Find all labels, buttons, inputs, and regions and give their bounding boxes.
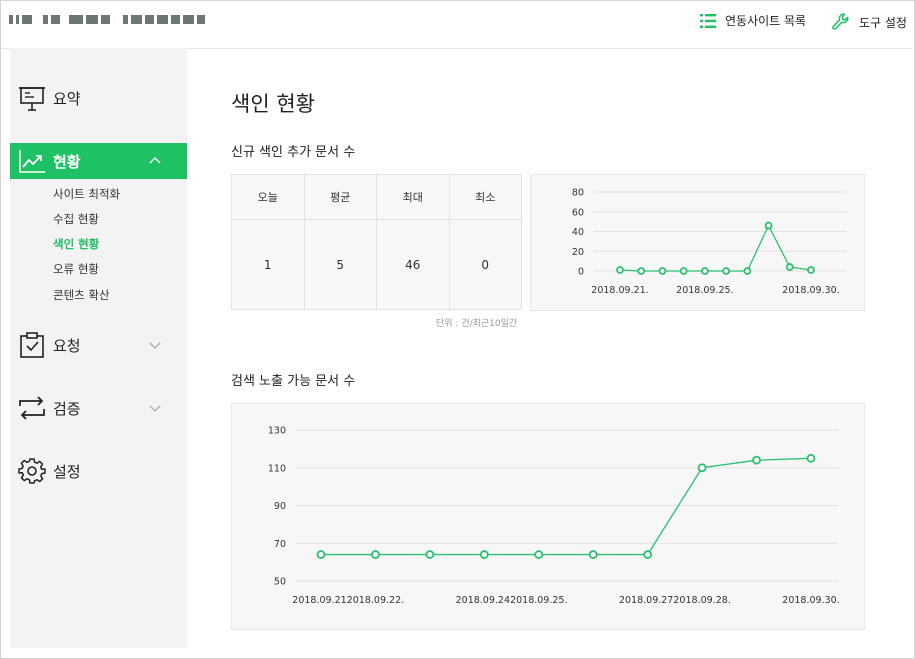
x-tick-label: 2018.09.25. bbox=[510, 595, 567, 606]
sub-site-optimization[interactable]: 사이트 최적화 bbox=[53, 186, 120, 202]
y-tick-label: 90 bbox=[274, 501, 286, 512]
nav-verify-label: 검증 bbox=[53, 399, 81, 418]
page-title: 색인 현황 bbox=[231, 92, 315, 116]
series-line bbox=[321, 457, 812, 556]
y-tick-label: 50 bbox=[274, 577, 286, 588]
sync-arrows-icon bbox=[19, 396, 45, 420]
data-point bbox=[425, 550, 435, 559]
data-point bbox=[316, 550, 326, 559]
x-tick-label: 2018.09.28. bbox=[673, 595, 730, 606]
data-point bbox=[637, 267, 646, 275]
y-tick-label: 40 bbox=[572, 227, 584, 238]
tool-settings-label: 도구 설정 bbox=[859, 15, 907, 30]
y-tick-label: 70 bbox=[274, 539, 286, 550]
data-point bbox=[697, 463, 707, 473]
clipboard-check-icon bbox=[20, 332, 44, 358]
linked-sites-button[interactable]: 연동사이트 목록 bbox=[699, 12, 806, 29]
data-point bbox=[700, 267, 709, 275]
data-point bbox=[371, 550, 380, 559]
top-bar: 연동사이트 목록 도구 설정 bbox=[1, 1, 912, 49]
stats-value-max: 46 bbox=[376, 220, 449, 309]
section-title-searchable: 검색 노출 가능 문서 수 bbox=[231, 374, 356, 389]
data-point bbox=[588, 550, 598, 559]
data-point bbox=[722, 267, 731, 275]
y-tick-label: 20 bbox=[572, 247, 584, 258]
new-index-line-chart: 0 20 40 60 80 2018.09.21. 2018.09.25. 2018.09.3… bbox=[572, 188, 846, 296]
nav-status-label: 현황 bbox=[53, 152, 81, 171]
data-point bbox=[807, 266, 815, 274]
nav-summary[interactable]: 요약 bbox=[10, 80, 187, 116]
new-index-chart: 0 20 40 60 80 2018.09.21. 2018.09.25. 2018.09.3… bbox=[530, 174, 865, 311]
x-tick-label: 2018.09.25. bbox=[676, 285, 733, 296]
list-icon bbox=[700, 13, 716, 28]
x-tick-label: 2018.09.30. bbox=[782, 595, 839, 606]
y-tick-label: 0 bbox=[578, 267, 584, 278]
chevron-down-icon[interactable] bbox=[148, 401, 162, 415]
data-point bbox=[743, 267, 752, 275]
sub-crawl-status[interactable]: 수집 현황 bbox=[53, 211, 99, 227]
unit-note: 단위 : 건/최근10일간 bbox=[436, 319, 518, 329]
presentation-board-icon bbox=[19, 87, 45, 111]
x-tick-label: 2018.09.22. bbox=[347, 595, 404, 606]
stats-value-min: 0 bbox=[448, 220, 522, 309]
gear-icon bbox=[18, 458, 46, 484]
y-tick-label: 60 bbox=[572, 207, 584, 218]
stats-value-row: 1 5 46 0 bbox=[232, 220, 521, 309]
data-point bbox=[806, 453, 816, 463]
stats-header-average: 평균 bbox=[303, 175, 377, 219]
y-tick-label: 130 bbox=[268, 426, 286, 437]
sub-content-spread[interactable]: 콘텐츠 확산 bbox=[53, 287, 110, 303]
stats-header-min: 최소 bbox=[448, 175, 522, 219]
nav-settings[interactable]: 설정 bbox=[10, 453, 187, 489]
tool-settings-button[interactable]: 도구 설정 bbox=[831, 12, 907, 32]
sub-index-status[interactable]: 색인 현황 bbox=[53, 236, 99, 252]
stats-table: 오늘 평균 최대 최소 1 5 46 0 bbox=[231, 174, 522, 310]
data-point bbox=[764, 221, 773, 230]
nav-request[interactable]: 요청 bbox=[10, 327, 187, 363]
linked-sites-label: 연동사이트 목록 bbox=[725, 14, 807, 28]
data-point bbox=[679, 267, 688, 275]
wrench-icon bbox=[832, 13, 849, 30]
series-line bbox=[619, 224, 812, 272]
data-point bbox=[658, 267, 667, 275]
x-tick-label: 2018.09.21. bbox=[591, 285, 648, 296]
stats-header-today: 오늘 bbox=[257, 191, 278, 204]
searchable-docs-chart: 50 70 90 110 130 2018.09.21. 2018.09.22. 2018.0… bbox=[231, 403, 865, 630]
site-url-redacted bbox=[9, 11, 205, 27]
sidebar: 요약 현황 사이트 최적화 수집 현황 색인 현황 오류 현황 콘텐츠 확산 요… bbox=[10, 48, 187, 648]
nav-summary-label: 요약 bbox=[53, 89, 81, 108]
sub-error-status[interactable]: 오류 현황 bbox=[53, 261, 99, 277]
data-point bbox=[534, 550, 544, 559]
y-tick-label: 80 bbox=[572, 188, 584, 199]
nav-settings-label: 설정 bbox=[53, 462, 81, 481]
x-tick-label: 2018.09.30. bbox=[782, 285, 839, 296]
x-tick-label: 2018.09.27. bbox=[619, 595, 676, 606]
data-point bbox=[479, 550, 489, 559]
section-title-new-index: 신규 색인 추가 문서 수 bbox=[231, 145, 356, 160]
data-point bbox=[643, 550, 653, 559]
chevron-up-icon[interactable] bbox=[148, 154, 162, 168]
searchable-docs-line-chart: 50 70 90 110 130 2018.09.21.2018.09.22. 2018.0… bbox=[268, 426, 840, 607]
trend-chart-icon bbox=[19, 150, 45, 173]
stats-header-row: 오늘 평균 최대 최소 bbox=[232, 175, 521, 220]
stats-value-average: 5 bbox=[303, 220, 377, 309]
stats-value-today: 1 bbox=[263, 257, 272, 272]
data-point bbox=[752, 455, 761, 465]
y-tick-label: 110 bbox=[268, 463, 286, 474]
nav-verify[interactable]: 검증 bbox=[10, 390, 187, 426]
x-tick-label: 2018.09.21. bbox=[292, 595, 349, 606]
nav-request-label: 요청 bbox=[53, 336, 81, 355]
chevron-down-icon[interactable] bbox=[148, 338, 162, 352]
stats-header-max: 최대 bbox=[376, 175, 449, 219]
x-tick-label: 2018.09.24. bbox=[456, 595, 513, 606]
data-point bbox=[616, 266, 624, 274]
nav-status[interactable]: 현황 bbox=[10, 143, 187, 179]
data-point bbox=[785, 263, 794, 271]
